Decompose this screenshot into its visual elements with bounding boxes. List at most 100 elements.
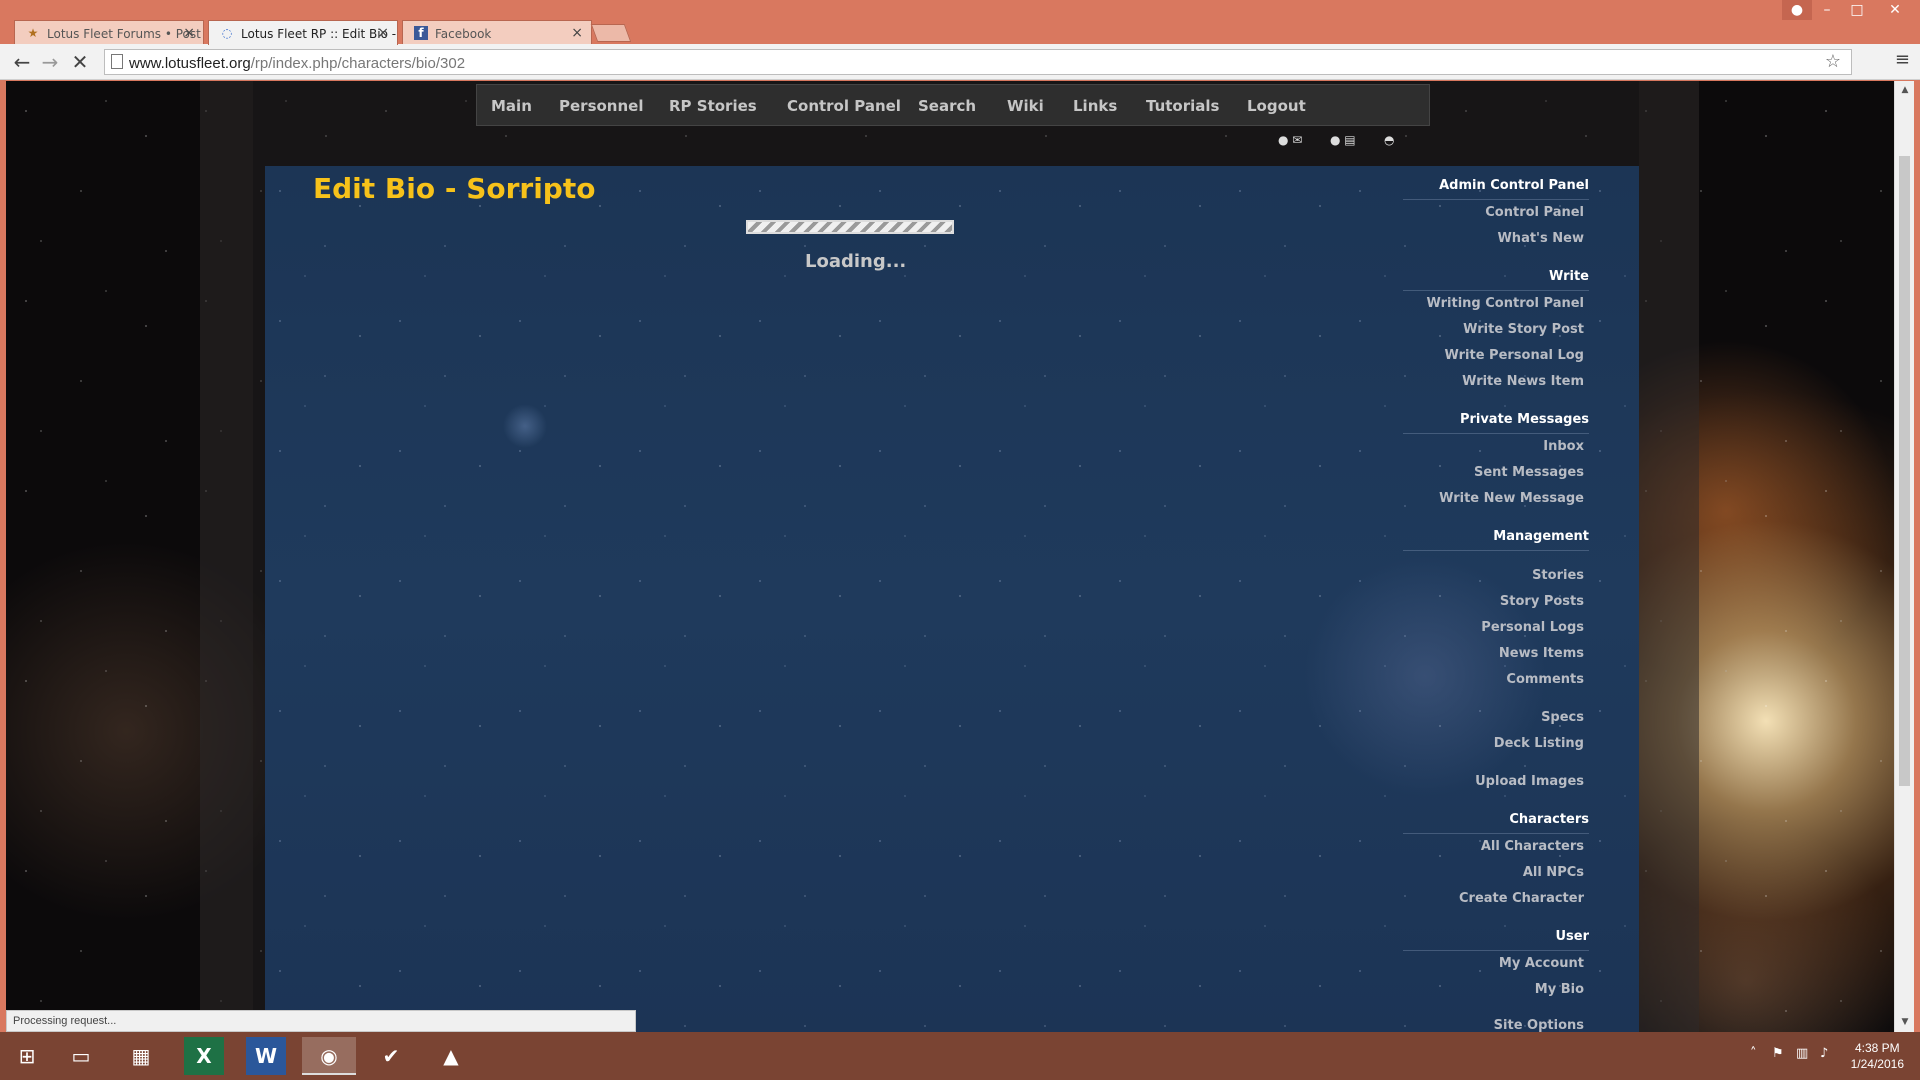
volume-icon[interactable]: ♪ (1820, 1046, 1828, 1061)
tab-edit-bio[interactable]: ◌ Lotus Fleet RP :: Edit Bio - × (208, 20, 398, 45)
link-create-character[interactable]: Create Character (1459, 891, 1584, 906)
divider (1403, 199, 1589, 200)
minimize-button[interactable]: – (1812, 0, 1842, 20)
page-icon (111, 54, 123, 69)
scroll-up-arrow-icon[interactable]: ▲ (1895, 85, 1915, 95)
link-all-characters[interactable]: All Characters (1481, 839, 1584, 854)
windows-taskbar: ⊞ ▭ ▦ X W ◉ ✔ ▲ ˄ ⚑ ▥ ♪ 4:38 PM 1/24/201… (0, 1032, 1920, 1080)
clock-time: 4:38 PM (1854, 1041, 1900, 1055)
tab-forums[interactable]: ★ Lotus Fleet Forums • Post × (14, 20, 204, 44)
nav-main[interactable]: Main (491, 97, 532, 115)
close-tab-icon[interactable]: × (377, 25, 389, 41)
tab-facebook[interactable]: f Facebook × (402, 20, 592, 44)
back-arrow-icon[interactable]: ← (10, 50, 34, 74)
link-story-posts[interactable]: Story Posts (1500, 594, 1584, 609)
calculator-app-icon[interactable]: ▦ (114, 1037, 168, 1075)
url-domain: www.lotusfleet.org (129, 55, 251, 72)
browser-titlebar: ★ Lotus Fleet Forums • Post × ◌ Lotus Fl… (0, 0, 1920, 45)
user-status-icon[interactable]: ◓ (1384, 133, 1394, 147)
link-site-options[interactable]: Site Options (1494, 1018, 1584, 1032)
messenger-app-icon[interactable]: ✔ (364, 1037, 418, 1075)
maximize-button[interactable]: □ (1842, 0, 1872, 20)
page-frame-right (1639, 81, 1699, 1032)
tab-label: Lotus Fleet Forums • Post (47, 27, 201, 41)
starfleet-app-icon[interactable]: ▲ (424, 1037, 478, 1075)
link-inbox[interactable]: Inbox (1543, 439, 1584, 454)
close-tab-icon[interactable]: × (571, 25, 583, 41)
nav-search[interactable]: Search (918, 97, 976, 115)
divider (1403, 433, 1589, 434)
link-writing-control-panel[interactable]: Writing Control Panel (1427, 296, 1584, 311)
close-window-button[interactable]: ✕ (1876, 0, 1914, 20)
link-write-story-post[interactable]: Write Story Post (1463, 322, 1584, 337)
stop-loading-icon[interactable]: ✕ (68, 50, 92, 74)
nav-tutorials[interactable]: Tutorials (1146, 97, 1219, 115)
page-scrollbar[interactable]: ▲ ▼ (1894, 81, 1914, 1032)
link-my-account[interactable]: My Account (1499, 956, 1584, 971)
star-favicon-icon: ★ (27, 26, 39, 40)
section-user: User (1555, 929, 1589, 944)
link-deck-listing[interactable]: Deck Listing (1494, 736, 1584, 751)
forward-arrow-icon[interactable]: → (38, 50, 62, 74)
nav-control-panel[interactable]: Control Panel (787, 97, 901, 115)
new-tab-button[interactable] (590, 24, 632, 42)
show-hidden-icons-icon[interactable]: ˄ (1750, 1046, 1757, 1061)
link-personal-logs[interactable]: Personal Logs (1481, 620, 1584, 635)
divider (1403, 833, 1589, 834)
nav-personnel[interactable]: Personnel (559, 97, 643, 115)
network-icon[interactable]: ▥ (1796, 1046, 1808, 1061)
link-write-news-item[interactable]: Write News Item (1462, 374, 1584, 389)
clock-date: 1/24/2016 (1850, 1057, 1904, 1071)
link-upload-images[interactable]: Upload Images (1475, 774, 1584, 789)
link-all-npcs[interactable]: All NPCs (1523, 865, 1584, 880)
divider (1403, 290, 1589, 291)
window-border (1914, 81, 1920, 1032)
action-center-flag-icon[interactable]: ⚑ (1772, 1046, 1784, 1061)
url-text[interactable]: www.lotusfleet.org/rp/index.php/characte… (129, 55, 465, 72)
scroll-down-arrow-icon[interactable]: ▼ (1895, 1017, 1915, 1027)
link-stories[interactable]: Stories (1532, 568, 1584, 583)
windows-start-icon[interactable]: ⊞ (0, 1037, 54, 1075)
word-icon[interactable]: W (246, 1037, 286, 1075)
link-news-items[interactable]: News Items (1499, 646, 1584, 661)
section-management: Management (1493, 529, 1589, 544)
address-bar[interactable]: www.lotusfleet.org/rp/index.php/characte… (104, 49, 1852, 75)
system-clock[interactable]: 4:38 PM 1/24/2016 (1851, 1040, 1904, 1072)
link-sent-messages[interactable]: Sent Messages (1474, 465, 1584, 480)
mail-icon[interactable]: ● ✉ (1278, 133, 1302, 147)
excel-icon[interactable]: X (184, 1037, 224, 1075)
section-characters: Characters (1509, 812, 1589, 827)
link-my-bio[interactable]: My Bio (1535, 982, 1584, 997)
nav-wiki[interactable]: Wiki (1007, 97, 1044, 115)
link-comments[interactable]: Comments (1506, 672, 1584, 687)
divider (1403, 950, 1589, 951)
link-whats-new[interactable]: What's New (1497, 231, 1584, 246)
bookmark-star-icon[interactable]: ☆ (1825, 51, 1841, 72)
file-explorer-icon[interactable]: ▭ (54, 1037, 108, 1075)
tab-label: Lotus Fleet RP :: Edit Bio - (241, 27, 397, 41)
browser-menu-icon[interactable]: ≡ (1895, 49, 1910, 70)
loading-text: Loading... (805, 251, 907, 272)
tab-label: Facebook (435, 27, 492, 41)
page-frame-left (200, 81, 253, 1032)
nav-links[interactable]: Links (1073, 97, 1117, 115)
scroll-thumb[interactable] (1899, 156, 1910, 786)
link-write-personal-log[interactable]: Write Personal Log (1445, 348, 1585, 363)
facebook-favicon-icon: f (414, 26, 428, 40)
user-profile-icon[interactable]: ● (1782, 0, 1812, 20)
link-control-panel[interactable]: Control Panel (1485, 205, 1584, 220)
chrome-icon[interactable]: ◉ (302, 1037, 356, 1075)
nav-logout[interactable]: Logout (1247, 97, 1306, 115)
page-title: Edit Bio - Sorripto (313, 172, 596, 205)
main-navigation: Main Personnel RP Stories Control Panel … (476, 84, 1430, 126)
link-write-new-message[interactable]: Write New Message (1439, 491, 1584, 506)
loading-progress-bar (746, 220, 954, 234)
section-private-messages: Private Messages (1459, 412, 1589, 427)
section-write: Write (1548, 269, 1589, 284)
link-specs[interactable]: Specs (1541, 710, 1584, 725)
content-panel: Edit Bio - Sorripto Loading... Admin Con… (265, 166, 1639, 1032)
document-icon[interactable]: ● ▤ (1330, 133, 1356, 147)
url-path: /rp/index.php/characters/bio/302 (250, 55, 466, 72)
nav-rp-stories[interactable]: RP Stories (669, 97, 757, 115)
close-tab-icon[interactable]: × (183, 25, 195, 41)
